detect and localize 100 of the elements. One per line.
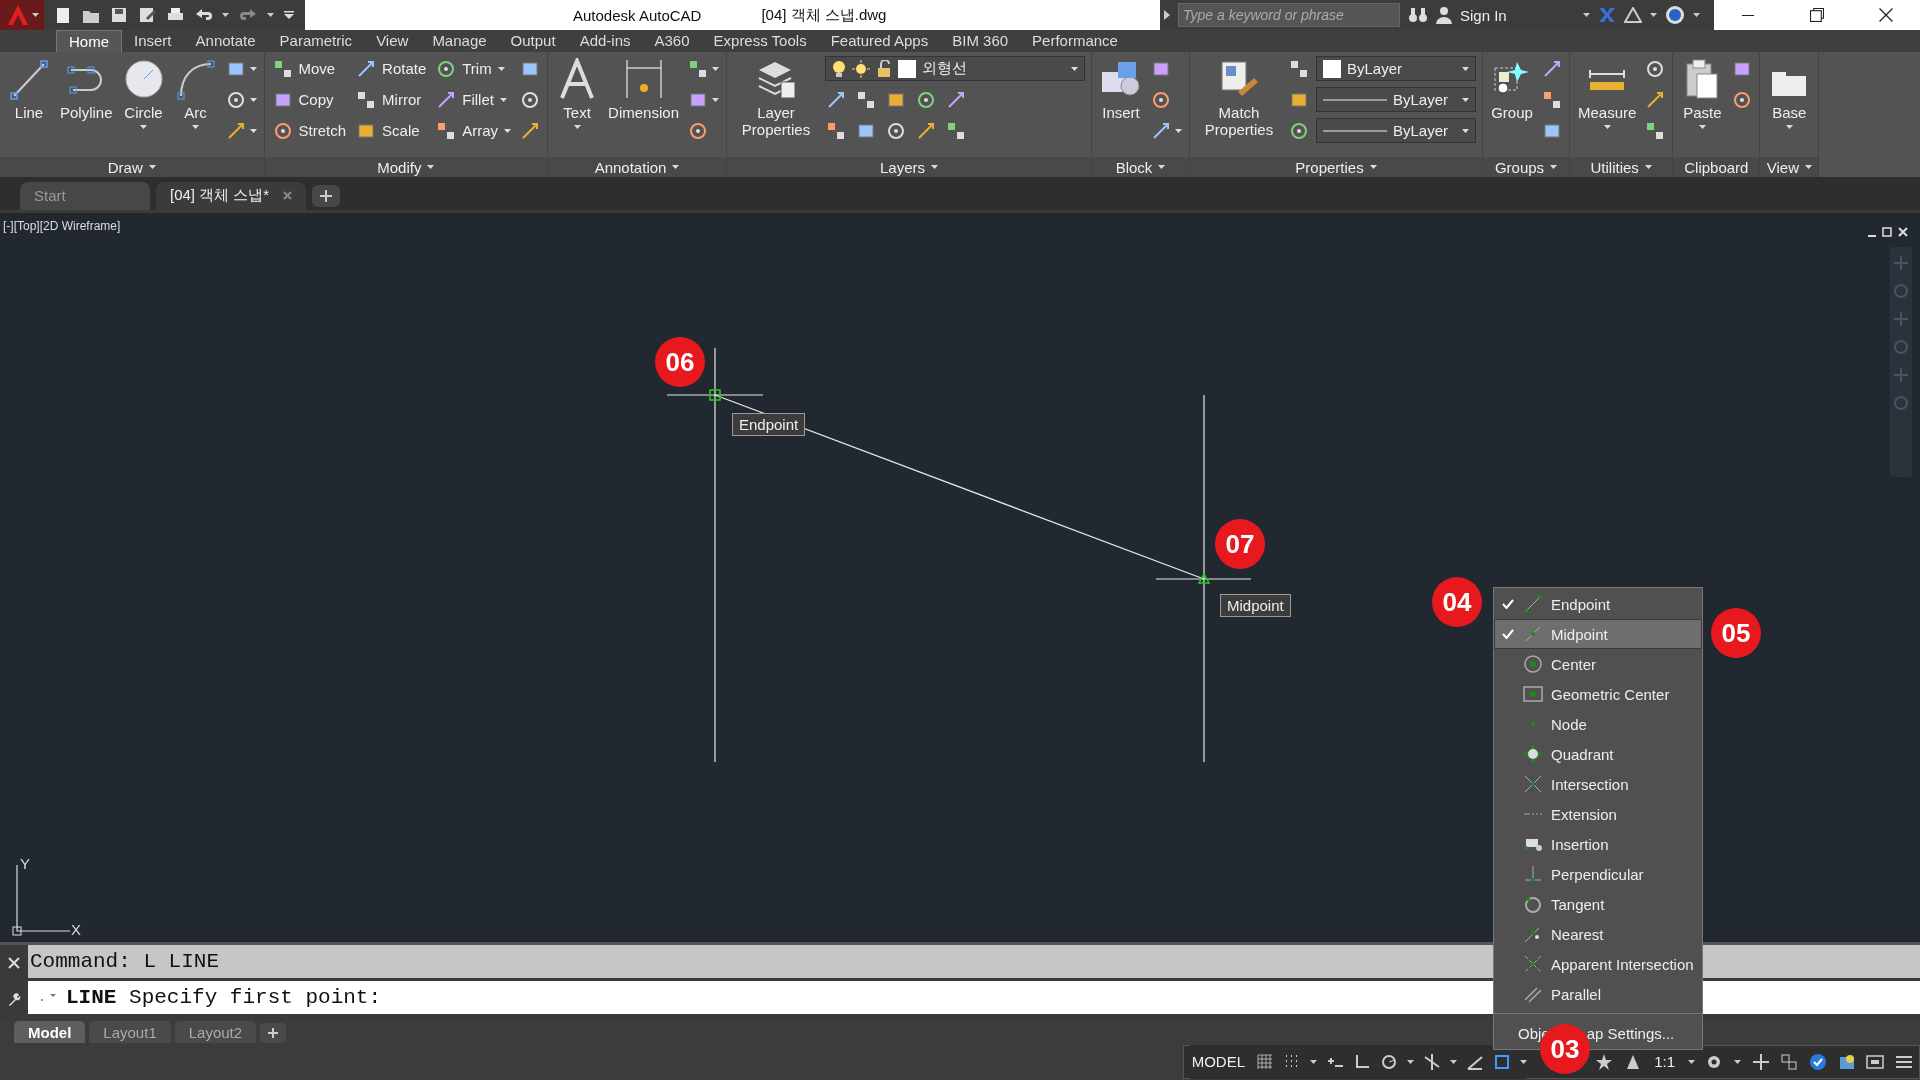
ribbon-tab[interactable]: Add-ins	[567, 30, 643, 52]
layout-tab[interactable]: Layout1	[89, 1021, 171, 1044]
tool-icon	[272, 58, 293, 79]
ribbon-button[interactable]: Polyline	[58, 56, 115, 124]
snap-menu-item[interactable]: Apparent Intersection	[1494, 949, 1702, 979]
app-menu-button[interactable]	[0, 0, 44, 30]
ribbon-button[interactable]: Move	[270, 56, 349, 81]
panel-title[interactable]: Draw	[0, 157, 264, 177]
caret-icon	[1071, 66, 1078, 71]
panel-title[interactable]: Layers	[727, 157, 1091, 177]
caret-icon	[148, 165, 156, 169]
ribbon-button[interactable]: Match Properties	[1196, 56, 1282, 141]
ribbon-button[interactable]: Paste	[1679, 56, 1726, 132]
workspace-icon[interactable]	[1780, 1052, 1799, 1071]
ribbon-button[interactable]: Stretch	[270, 118, 349, 143]
panel-title[interactable]: Annotation	[548, 157, 726, 177]
snap-menu-item[interactable]: Intersection	[1494, 769, 1702, 799]
ribbon-tab[interactable]: Featured Apps	[818, 30, 941, 52]
save-as-icon[interactable]	[138, 6, 156, 24]
snap-menu-item[interactable]: Nearest	[1494, 919, 1702, 949]
ribbon-tab[interactable]: A360	[642, 30, 702, 52]
linetype-dropdown[interactable]: ByLayer	[1316, 87, 1476, 112]
ribbon-tab[interactable]: Performance	[1020, 30, 1130, 52]
tool-icon	[826, 120, 846, 141]
ribbon-tab[interactable]: Express Tools	[701, 30, 819, 52]
snap-menu-item[interactable]: Tangent	[1494, 889, 1702, 919]
ribbon-tab[interactable]: Insert	[122, 30, 184, 52]
ribbon-button[interactable]: Array	[434, 118, 514, 143]
ribbon-button[interactable]: Insert	[1098, 56, 1144, 124]
polar-icon[interactable]	[1380, 1052, 1398, 1071]
search-field[interactable]: Type a keyword or phrase	[1178, 3, 1400, 27]
close-icon[interactable]	[1898, 226, 1908, 237]
ribbon-button[interactable]: Scale	[354, 118, 429, 143]
snap-menu-item[interactable]: Midpoint	[1494, 619, 1702, 649]
panel-title[interactable]: Block	[1092, 157, 1189, 177]
ribbon-button[interactable]: Trim	[434, 56, 514, 81]
viewport-controls-label[interactable]: [-][Top][2D Wireframe]	[3, 218, 121, 233]
ribbon-tab[interactable]: View	[364, 30, 421, 52]
ribbon-tab[interactable]: Annotate	[183, 30, 268, 52]
axis-label: Y	[20, 854, 30, 872]
panel-title[interactable]: Utilities	[1570, 157, 1673, 177]
model-space-toggle[interactable]: MODEL	[1189, 1053, 1247, 1071]
ribbon-button[interactable]: Arc	[172, 56, 219, 132]
ribbon-button[interactable]: Line	[6, 56, 52, 124]
object-snap-icon[interactable]	[1493, 1052, 1511, 1071]
panel-title[interactable]: Clipboard	[1673, 157, 1760, 177]
panel-title[interactable]: Modify	[264, 157, 548, 177]
restore-icon[interactable]	[1882, 226, 1892, 237]
hardware-acceleration-icon[interactable]	[1837, 1052, 1856, 1071]
ribbon-button[interactable]: Text	[554, 56, 601, 132]
snap-menu-item[interactable]: Perpendicular	[1494, 859, 1702, 889]
snap-menu-item[interactable]: Endpoint	[1494, 589, 1702, 619]
ribbon-button[interactable]: Group	[1489, 56, 1535, 124]
clean-screen-icon[interactable]	[1866, 1052, 1885, 1071]
new-layout-button[interactable]	[260, 1023, 287, 1044]
layout-tab[interactable]: Layout2	[174, 1021, 257, 1044]
caret-icon	[1310, 1059, 1317, 1064]
ribbon-button[interactable]: Layer Properties	[733, 56, 819, 141]
layout-tab[interactable]: Model	[14, 1021, 86, 1044]
ribbon-tab[interactable]: BIM 360	[940, 30, 1021, 52]
panel-title[interactable]: Groups	[1483, 157, 1569, 177]
layer-dropdown[interactable]: 외형선	[825, 56, 1085, 81]
isometric-icon[interactable]	[1423, 1052, 1441, 1071]
ribbon-button[interactable]: Base	[1766, 56, 1813, 132]
ribbon-button[interactable]: Circle	[120, 56, 167, 132]
caret-icon	[1462, 97, 1469, 102]
annotation-scale-button[interactable]: 1:1	[1652, 1053, 1678, 1071]
ribbon-tab[interactable]: Parametric	[267, 30, 365, 52]
panel-title[interactable]: Properties	[1190, 157, 1482, 177]
new-file-icon[interactable]	[54, 6, 72, 24]
save-icon[interactable]	[110, 6, 128, 24]
ortho-icon[interactable]	[1353, 1052, 1371, 1071]
ribbon-button[interactable]: Fillet	[434, 87, 514, 112]
ribbon-tab[interactable]: Manage	[420, 30, 499, 52]
sign-in-link[interactable]: Sign In	[1460, 6, 1507, 24]
ribbon-button[interactable]: Measure	[1576, 56, 1639, 132]
grid-icon[interactable]	[1256, 1052, 1274, 1071]
snap-menu-item[interactable]: Parallel	[1494, 979, 1702, 1009]
ribbon-button[interactable]: Rotate	[354, 56, 429, 81]
new-tab-button[interactable]	[312, 184, 341, 207]
snap-menu-item[interactable]: Insertion	[1494, 829, 1702, 859]
ribbon-tab[interactable]: Home	[56, 30, 122, 52]
color-dropdown[interactable]: ByLayer	[1316, 56, 1476, 81]
isolate-objects-icon[interactable]	[1809, 1052, 1827, 1071]
snap-menu-item[interactable]: Center	[1494, 649, 1702, 679]
document-tab[interactable]: [04] 객체 스냅*	[156, 181, 307, 210]
panel-title[interactable]: View	[1760, 157, 1819, 177]
ribbon-tab[interactable]: Output	[498, 30, 568, 52]
snap-menu-item[interactable]: Quadrant	[1494, 739, 1702, 769]
plus-icon[interactable]	[1751, 1052, 1770, 1071]
snap-menu-item[interactable]: Geometric Center	[1494, 679, 1702, 709]
ribbon-button[interactable]: Mirror	[354, 87, 429, 112]
annotation-icon[interactable]	[1595, 1052, 1613, 1071]
ribbon-button[interactable]: Dimension	[606, 56, 681, 124]
linetype-dropdown[interactable]: ByLayer	[1316, 118, 1476, 143]
ribbon-button[interactable]: Copy	[270, 87, 349, 112]
snap-menu-item[interactable]: Extension	[1494, 799, 1702, 829]
tool-icon	[826, 89, 846, 110]
snap-menu-item[interactable]: Node	[1494, 709, 1702, 739]
minimize-icon[interactable]	[1868, 234, 1876, 237]
